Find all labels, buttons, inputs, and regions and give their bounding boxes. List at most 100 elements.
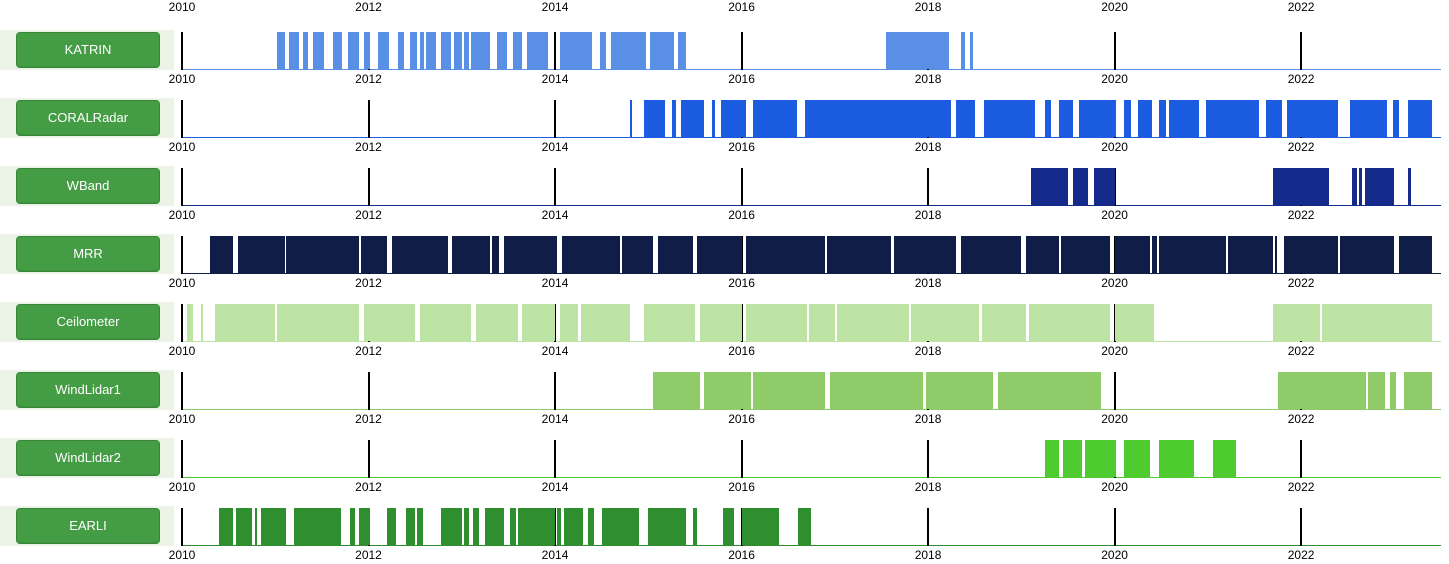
baseline — [182, 545, 1441, 546]
data-segment — [492, 236, 499, 273]
mrr-button[interactable]: MRR — [16, 236, 160, 272]
wband-button[interactable]: WBand — [16, 168, 160, 204]
data-segment — [1026, 236, 1059, 273]
data-segment — [837, 304, 910, 341]
instrument-row-katrin: KATRIN 2010201220142016201820202022 — [0, 16, 1449, 84]
button-well: EARLI — [0, 506, 174, 546]
data-segment — [286, 236, 359, 273]
plot — [182, 100, 1441, 137]
timeline-windlidar2[interactable]: 2010201220142016201820202022 — [182, 424, 1441, 492]
timeline-katrin[interactable]: 2010201220142016201820202022 — [182, 16, 1441, 84]
data-segment — [1284, 236, 1338, 273]
data-segment — [644, 100, 665, 137]
data-segment — [1031, 168, 1068, 205]
timeline-earli[interactable]: 2010201220142016201820202022 — [182, 492, 1441, 560]
instrument-row-windlidar2: WindLidar2 2010201220142016201820202022 — [0, 424, 1449, 492]
data-segment — [441, 508, 462, 545]
data-segment — [560, 32, 593, 69]
data-segment — [513, 32, 522, 69]
data-segment — [982, 304, 1026, 341]
timeline-ceilometer[interactable]: 2010201220142016201820202022 — [182, 288, 1441, 356]
katrin-button[interactable]: KATRIN — [16, 32, 160, 68]
data-segment — [1322, 304, 1432, 341]
data-segment — [350, 508, 355, 545]
data-segment — [476, 304, 518, 341]
ceilometer-button[interactable]: Ceilometer — [16, 304, 160, 340]
data-segment — [378, 32, 389, 69]
data-segment — [742, 508, 779, 545]
data-segment — [648, 508, 685, 545]
button-well: CORALRadar — [0, 98, 174, 138]
data-segment — [956, 100, 975, 137]
axis-tick-label: 2012 — [355, 0, 382, 14]
data-segment — [236, 508, 252, 545]
data-segment — [522, 304, 555, 341]
instrument-row-coralradar: CORALRadar 2010201220142016201820202022 — [0, 84, 1449, 152]
data-segment — [830, 372, 923, 409]
data-segment — [805, 100, 951, 137]
data-segment — [1159, 440, 1194, 477]
button-well: WindLidar2 — [0, 438, 174, 478]
data-segment — [1404, 372, 1432, 409]
data-segment — [313, 32, 324, 69]
plot — [182, 304, 1441, 341]
data-segment — [1275, 236, 1277, 273]
data-segment — [753, 100, 798, 137]
data-segment — [746, 304, 807, 341]
data-segment — [697, 236, 742, 273]
data-segment — [364, 32, 371, 69]
baseline — [182, 341, 1441, 342]
data-segment — [1390, 372, 1397, 409]
data-segment — [1124, 440, 1150, 477]
instrument-row-mrr: MRR 2010201220142016201820202022 — [0, 220, 1449, 288]
data-segment — [410, 32, 417, 69]
data-segment — [1266, 100, 1283, 137]
earli-button[interactable]: EARLI — [16, 508, 160, 544]
windlidar1-button[interactable]: WindLidar1 — [16, 372, 160, 408]
data-segment — [681, 100, 704, 137]
data-segment — [1045, 440, 1059, 477]
data-segment — [219, 508, 233, 545]
plot — [182, 236, 1441, 273]
button-well: WBand — [0, 166, 174, 206]
data-segment — [333, 32, 342, 69]
data-segment — [1228, 236, 1273, 273]
data-segment — [678, 32, 685, 69]
windlidar2-button[interactable]: WindLidar2 — [16, 440, 160, 476]
instrument-row-earli: EARLI 2010201220142016201820202022 — [0, 492, 1449, 560]
data-segment — [827, 236, 890, 273]
instrument-row-windlidar1: WindLidar1 2010201220142016201820202022 — [0, 356, 1449, 424]
data-segment — [1045, 100, 1052, 137]
data-segment — [700, 304, 742, 341]
timeline-mrr[interactable]: 2010201220142016201820202022 — [182, 220, 1441, 288]
data-segment — [277, 32, 284, 69]
data-segment — [277, 304, 359, 341]
timeline-coralradar[interactable]: 2010201220142016201820202022 — [182, 84, 1441, 152]
data-segment — [215, 304, 276, 341]
baseline — [182, 477, 1441, 478]
timeline-windlidar1[interactable]: 2010201220142016201820202022 — [182, 356, 1441, 424]
data-segment — [1340, 236, 1394, 273]
data-segment — [1029, 304, 1110, 341]
data-segment — [1085, 440, 1117, 477]
data-segment — [348, 32, 359, 69]
data-segment — [1399, 236, 1432, 273]
data-segment — [1073, 168, 1089, 205]
data-segment — [1094, 168, 1115, 205]
data-segment — [970, 32, 973, 69]
data-segment — [441, 32, 450, 69]
baseline — [182, 69, 1441, 70]
timeline-wband[interactable]: 2010201220142016201820202022 — [182, 152, 1441, 220]
button-well: MRR — [0, 234, 174, 274]
data-segment — [672, 100, 677, 137]
coralradar-button[interactable]: CORALRadar — [16, 100, 160, 136]
data-segment — [1115, 304, 1154, 341]
data-segment — [704, 372, 751, 409]
data-segment — [911, 304, 979, 341]
data-segment — [392, 236, 448, 273]
data-segment — [600, 32, 607, 69]
data-segment — [255, 508, 257, 545]
data-segment — [581, 304, 629, 341]
data-segment — [809, 304, 835, 341]
data-segment — [452, 236, 489, 273]
